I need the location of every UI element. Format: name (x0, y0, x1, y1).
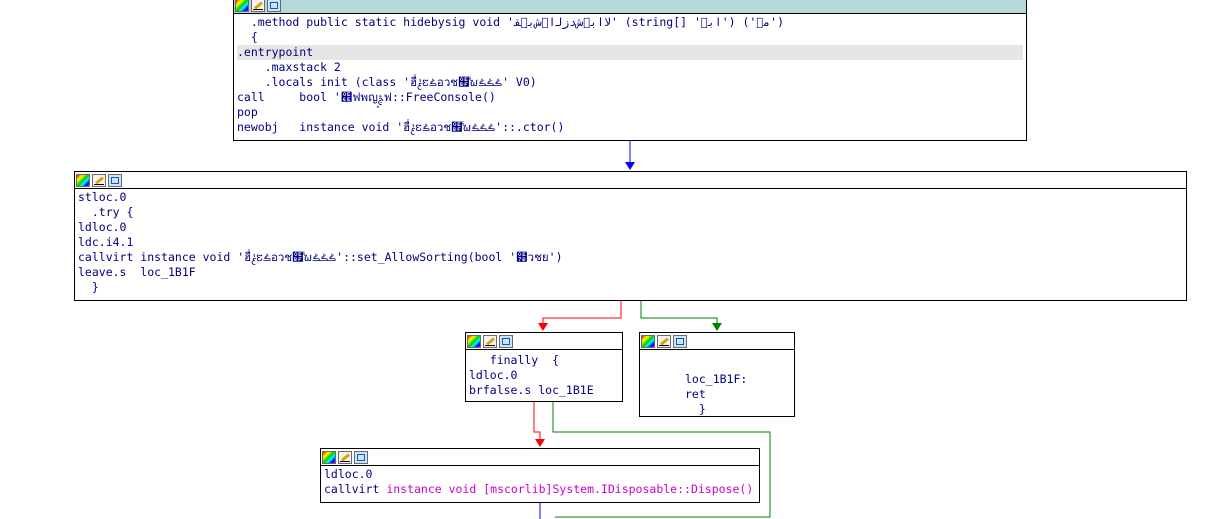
code-line[interactable]: .method public static hidebysig void 'ﻻﺍ… (237, 15, 1023, 30)
code-line[interactable]: } (685, 402, 791, 416)
code-line[interactable] (685, 357, 791, 372)
code-line[interactable]: ldloc.0 (78, 220, 1183, 235)
color-palette-icon[interactable] (641, 334, 655, 348)
graph-node-main[interactable]: .method public static hidebysig void 'ﻻﺍ… (233, 0, 1027, 141)
node-code: finally { ldloc.0 brfalse.s loc_1B1E (466, 350, 622, 399)
node-header (640, 333, 794, 350)
node-header (75, 172, 1186, 189)
rename-pencil-icon[interactable] (338, 450, 352, 464)
color-palette-icon[interactable] (467, 334, 481, 348)
graph-node-ret[interactable]: loc_1B1F: ret } (639, 332, 795, 417)
graph-node-try[interactable]: stloc.0 .try { ldloc.0 ldc.i4.1 callvirt… (74, 171, 1187, 301)
code-line[interactable]: pop (237, 105, 1023, 120)
graph-node-finally[interactable]: finally { ldloc.0 brfalse.s loc_1B1E (465, 332, 623, 402)
rename-pencil-icon[interactable] (92, 173, 106, 187)
node-header (321, 449, 759, 466)
code-line[interactable]: ldloc.0 (469, 368, 619, 383)
group-nodes-icon[interactable] (267, 0, 281, 12)
code-line[interactable]: { (237, 30, 1023, 45)
code-line[interactable]: .maxstack 2 (237, 60, 1023, 75)
arrowhead-blue (625, 162, 635, 170)
arrowhead-red (538, 323, 548, 331)
code-line[interactable]: finally { (469, 353, 619, 368)
group-nodes-icon[interactable] (354, 450, 368, 464)
arrowhead-green (712, 323, 722, 331)
code-line[interactable]: } (78, 280, 1183, 295)
color-palette-icon[interactable] (235, 0, 249, 12)
code-line[interactable]: brfalse.s loc_1B1E (469, 383, 619, 398)
node-header (234, 0, 1026, 14)
library-method-ref[interactable]: instance void [mscorlib]System.IDisposab… (386, 482, 753, 496)
edge-try-to-finally (542, 300, 622, 324)
rename-pencil-icon[interactable] (657, 334, 671, 348)
edge-finally-to-dispose (533, 401, 541, 440)
code-line[interactable]: leave.s loc_1B1F (78, 265, 1183, 280)
code-line[interactable]: call bool '๮ฟพญ࣒ࣅฟ::FreeConsole() (237, 90, 1023, 105)
code-line[interactable]: .try { (78, 205, 1183, 220)
node-code: ldloc.0 callvirt instance void [mscorlib… (321, 466, 759, 498)
node-code: .method public static hidebysig void 'ﻻﺍ… (234, 14, 1026, 136)
code-line[interactable]: ret (685, 387, 791, 402)
color-palette-icon[interactable] (76, 173, 90, 187)
edge-try-to-ret (640, 300, 718, 324)
node-code: loc_1B1F: ret } (640, 350, 794, 416)
code-line[interactable]: newobj instance void 'ฮื่ࣃຬࣈอวช຿࣋ຆࣈࣈࣈ'::… (237, 120, 1023, 135)
rename-pencil-icon[interactable] (251, 0, 265, 12)
code-line-highlighted[interactable]: .entrypoint (237, 45, 1023, 60)
code-line[interactable]: stloc.0 (78, 190, 1183, 205)
node-code: stloc.0 .try { ldloc.0 ldc.i4.1 callvirt… (75, 189, 1186, 296)
group-nodes-icon[interactable] (499, 334, 513, 348)
code-line[interactable]: ldc.i4.1 (78, 235, 1183, 250)
opcode: callvirt (324, 482, 387, 496)
color-palette-icon[interactable] (322, 450, 336, 464)
code-line[interactable]: ldloc.0 (324, 467, 756, 482)
code-line[interactable]: callvirt instance void [mscorlib]System.… (324, 482, 756, 497)
code-line[interactable]: callvirt instance void 'ฮื่ࣃຬࣈอวช຿࣋ຆࣈࣈࣈ'… (78, 250, 1183, 265)
node-header (466, 333, 622, 350)
arrowhead-red-2 (535, 439, 545, 447)
group-nodes-icon[interactable] (108, 173, 122, 187)
code-line[interactable]: .locals init (class 'ฮื่ࣃຬࣈอวช຿࣋ຆࣈࣈࣈ' V0… (237, 75, 1023, 90)
graph-node-dispose[interactable]: ldloc.0 callvirt instance void [mscorlib… (320, 448, 760, 503)
group-nodes-icon[interactable] (673, 334, 687, 348)
code-line[interactable]: loc_1B1F: (685, 372, 791, 387)
rename-pencil-icon[interactable] (483, 334, 497, 348)
